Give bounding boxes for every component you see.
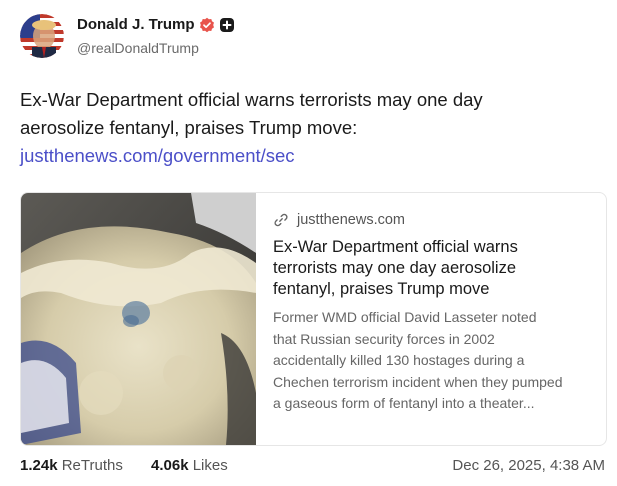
retruths-stat[interactable]: 1.24k ReTruths <box>20 457 123 474</box>
likes-count: 4.06k <box>151 457 189 474</box>
post-footer: 1.24k ReTruths 4.06k Likes Dec 26, 2025,… <box>20 455 605 477</box>
link-description: Former WMD official David Lasseter noted… <box>273 309 563 411</box>
link-icon <box>273 212 289 228</box>
link-preview-body: justthenews.com Ex-War Department offici… <box>273 211 593 415</box>
link-title[interactable]: Ex-War Department official warns terrori… <box>273 237 558 300</box>
post-body: Ex-War Department official warns terrori… <box>20 86 590 170</box>
author-handle[interactable]: @realDonaldTrump <box>77 40 199 56</box>
link-domain-row: justthenews.com <box>273 211 593 229</box>
post-text-line-2: aerosolize fentanyl, praises Trump move: <box>20 117 358 138</box>
link-preview-card[interactable]: justthenews.com Ex-War Department offici… <box>20 192 607 446</box>
post-header: Donald J. Trump @realDonaldTrump <box>20 14 600 64</box>
retruths-label: ReTruths <box>61 457 123 474</box>
avatar[interactable] <box>20 14 64 58</box>
post-timestamp[interactable]: Dec 26, 2025, 4:38 AM <box>452 457 605 474</box>
post-text-line-1: Ex-War Department official warns terrori… <box>20 89 483 110</box>
name-row: Donald J. Trump <box>77 16 235 33</box>
retruths-count: 1.24k <box>20 457 58 474</box>
verified-badge-icon <box>199 17 215 33</box>
likes-label: Likes <box>192 457 228 474</box>
link-domain: justthenews.com <box>297 212 405 228</box>
post-link[interactable]: justthenews.com/government/sec <box>20 142 590 170</box>
avatar-image <box>20 14 64 58</box>
plus-badge-icon <box>219 17 235 33</box>
link-preview-image <box>21 193 256 445</box>
likes-stat[interactable]: 4.06k Likes <box>151 457 228 474</box>
author-name[interactable]: Donald J. Trump <box>77 16 195 33</box>
